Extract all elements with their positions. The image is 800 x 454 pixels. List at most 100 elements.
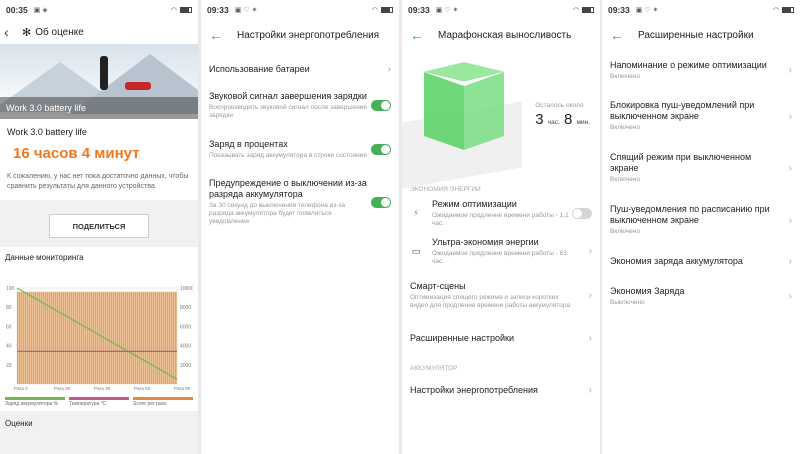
score-bar bbox=[119, 291, 121, 384]
plot-area bbox=[16, 287, 178, 385]
legend-item: Температура °C bbox=[69, 397, 129, 407]
score-bar bbox=[57, 291, 59, 384]
section-header: АККУМУЛЯТОР bbox=[410, 365, 458, 372]
item-title: Пуш-уведомления по расписанию при выключ… bbox=[610, 204, 770, 225]
remaining-label: Осталось около bbox=[535, 102, 584, 109]
battery-icon bbox=[180, 7, 192, 13]
chevron-right-icon: › bbox=[588, 289, 592, 301]
back-arrow-icon[interactable]: ← bbox=[410, 27, 428, 43]
battery-icon bbox=[582, 7, 594, 13]
item-title: Звуковой сигнал завершения зарядки bbox=[209, 90, 367, 101]
item-title: Заряд в процентах bbox=[209, 138, 288, 149]
back-arrow-icon[interactable]: ← bbox=[610, 27, 628, 43]
item-title: Напоминание о режиме оптимизации bbox=[610, 59, 767, 70]
score-bar bbox=[141, 291, 143, 384]
battery-cube-icon bbox=[424, 62, 504, 162]
gear-icon: ✻ bbox=[22, 26, 32, 39]
benchmark-screen: 00:35 ▣ ◈ ◠ ‹ ✻ Об оценке Work 3.0 batte… bbox=[0, 0, 198, 454]
result-note: К сожалению, у нас нет пока достаточно д… bbox=[7, 173, 189, 190]
score-bar bbox=[173, 291, 175, 384]
y-left-tick-label: 80 bbox=[6, 305, 12, 311]
y-right-tick-label: 4000 bbox=[180, 344, 191, 350]
back-arrow-icon[interactable]: ← bbox=[209, 27, 227, 43]
status-time: 00:35 bbox=[6, 5, 28, 15]
result-card: Work 3.0 battery life 16 часов 4 минут К… bbox=[0, 119, 198, 200]
score-bar bbox=[145, 291, 147, 384]
hours-unit: час. bbox=[547, 119, 560, 126]
score-bar bbox=[87, 291, 89, 384]
power-settings-item[interactable]: Настройки энергопотребления › bbox=[402, 376, 600, 404]
battery-percent-item: Заряд в процентах Показывать заряд аккум… bbox=[201, 128, 399, 170]
chevron-right-icon: › bbox=[588, 245, 592, 257]
score-bar bbox=[73, 291, 75, 384]
item-title: Использование батареи bbox=[209, 63, 310, 74]
sleep-mode-item[interactable]: Спящий режим при выключенном экране Вклю… bbox=[602, 144, 800, 192]
item-title: Предупреждение о выключении из-за разряд… bbox=[209, 178, 367, 199]
low-battery-warning-toggle[interactable] bbox=[371, 196, 391, 208]
charge-sound-toggle[interactable] bbox=[371, 99, 391, 111]
score-bar bbox=[23, 291, 25, 384]
score-bar bbox=[61, 291, 63, 384]
app-bar: ← Марафонская выносливость bbox=[402, 20, 600, 50]
battery-saving-item[interactable]: Экономия заряда аккумулятора › bbox=[602, 246, 800, 276]
y-right-tick-label: 2000 bbox=[180, 363, 191, 369]
y-left-tick-label: 100 bbox=[6, 286, 15, 292]
card-title: Work 3.0 battery life bbox=[7, 127, 87, 137]
advanced-settings-item[interactable]: Расширенные настройки › bbox=[402, 323, 600, 353]
battery-visual: Осталось около 3 час. 8 мин. bbox=[402, 50, 600, 189]
item-subtitle: Оптимизация спящего режима и записи коро… bbox=[410, 293, 571, 309]
chevron-right-icon: › bbox=[788, 64, 792, 76]
battery-usage-item[interactable]: Использование батареи › bbox=[201, 52, 399, 86]
share-bar: ПОДЕЛИТЬСЯ bbox=[0, 200, 198, 247]
score-bar bbox=[69, 291, 71, 384]
item-title: Блокировка пуш-уведомлений при выключенн… bbox=[610, 100, 755, 121]
optimization-reminder-item[interactable]: Напоминание о режиме оптимизации Включен… bbox=[602, 52, 800, 88]
y-right-tick-label: 6000 bbox=[180, 324, 191, 330]
item-subtitle: Включено bbox=[610, 228, 640, 235]
score-bar bbox=[151, 291, 153, 384]
item-subtitle: Выключено bbox=[610, 298, 645, 306]
header-title: Об оценке bbox=[35, 26, 84, 38]
status-time: 09:33 bbox=[408, 5, 430, 15]
score-bar bbox=[41, 291, 43, 384]
notification-icons: ▣ ♡ ✶ bbox=[435, 7, 459, 14]
notification-icons: ▣ ♡ ✶ bbox=[635, 7, 659, 14]
low-battery-warning-item: Предупреждение о выключении из-за разряд… bbox=[201, 176, 399, 228]
score-bar bbox=[97, 291, 99, 384]
score-bar bbox=[113, 291, 115, 384]
optimization-mode-toggle[interactable] bbox=[572, 207, 592, 219]
status-bar: 09:33 ▣ ♡ ✶ ◠ bbox=[602, 0, 800, 20]
minutes-unit: мин. bbox=[576, 119, 591, 126]
chevron-right-icon: › bbox=[387, 63, 391, 75]
score-bar bbox=[35, 291, 37, 384]
item-title: Спящий режим при выключенном экране bbox=[610, 152, 752, 173]
item-subtitle: Включено bbox=[610, 72, 640, 80]
score-bar bbox=[139, 291, 141, 384]
score-bar bbox=[37, 291, 39, 384]
score-bar bbox=[127, 291, 129, 384]
score-bar bbox=[163, 291, 165, 384]
score-bar bbox=[175, 291, 177, 384]
push-block-item[interactable]: Блокировка пуш-уведомлений при выключенн… bbox=[602, 92, 800, 140]
ultra-saving-item[interactable]: ▭ Ультра-экономия энергии Ожидаемое прод… bbox=[402, 233, 600, 269]
score-bar bbox=[49, 291, 51, 384]
page-title: Расширенные настройки bbox=[638, 29, 754, 41]
x-tick-label: Pass 80 bbox=[174, 386, 191, 390]
power-saving-item[interactable]: Экономия Заряда Выключено › bbox=[602, 278, 800, 314]
scheduled-push-item[interactable]: Пуш-уведомления по расписанию при выключ… bbox=[602, 196, 800, 244]
legend-item: Заряд аккумулятора % bbox=[5, 397, 65, 407]
score-bar bbox=[131, 291, 133, 384]
legend-item: Score per pass bbox=[133, 397, 193, 407]
y-right-tick-label: 8000 bbox=[180, 305, 191, 311]
y-left-tick-label: 20 bbox=[6, 363, 12, 369]
x-tick-label: Pass 0 bbox=[14, 386, 28, 390]
item-subtitle: Ожидаемое продление времени работы - 63 … bbox=[432, 249, 567, 265]
smart-scenes-item[interactable]: Смарт-сцены Оптимизация спящего режима и… bbox=[402, 273, 600, 317]
battery-percent-toggle[interactable] bbox=[371, 143, 391, 155]
score-bar bbox=[83, 291, 85, 384]
score-bar bbox=[33, 291, 35, 384]
score-bar bbox=[51, 291, 53, 384]
back-arrow-icon[interactable]: ‹ bbox=[4, 24, 22, 40]
score-bar bbox=[75, 291, 77, 384]
share-button[interactable]: ПОДЕЛИТЬСЯ bbox=[49, 214, 149, 238]
